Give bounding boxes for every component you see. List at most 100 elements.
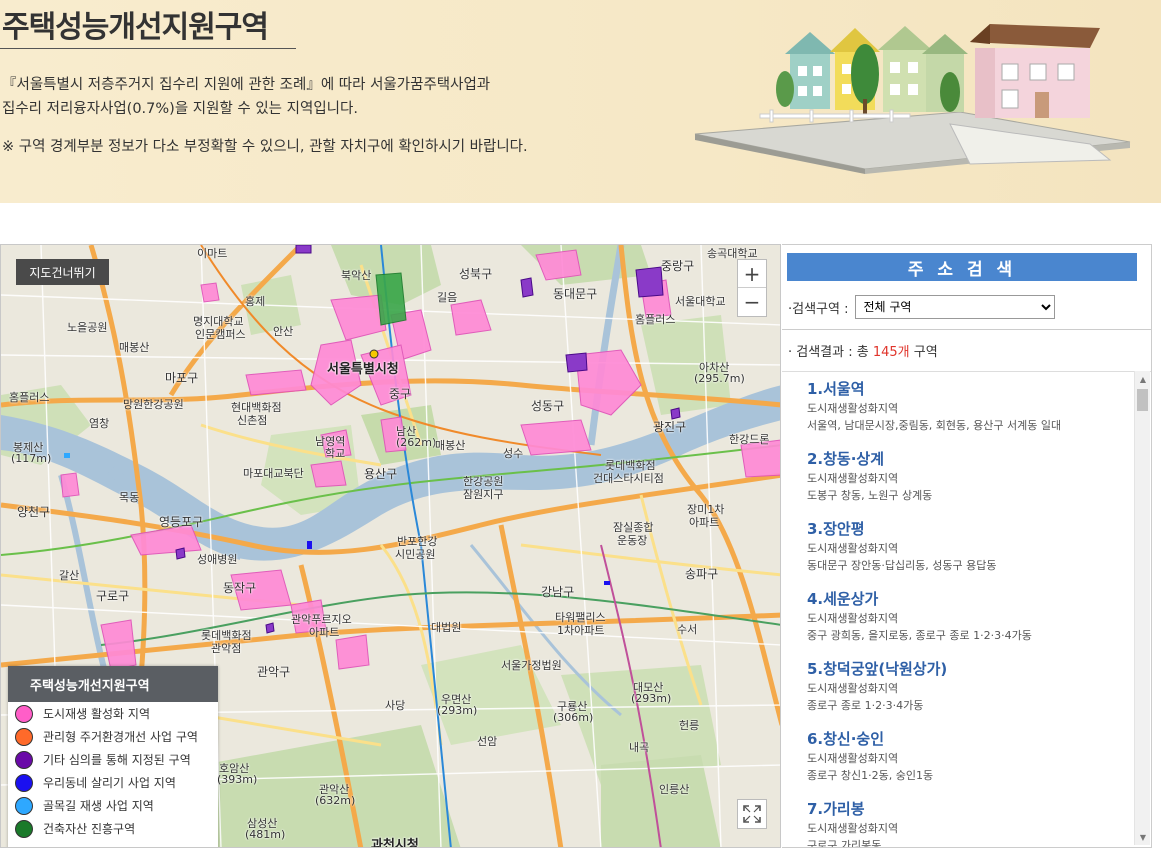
map-label-banpo-park2: 시민공원 — [395, 548, 436, 561]
map-label-songpa-gu: 송파구 — [685, 567, 719, 581]
legend-item-label: 관리형 주거환경개선 사업 구역 — [43, 730, 198, 744]
legend-item: 관리형 주거환경개선 사업 구역 — [8, 725, 218, 748]
map-label-yeomchang: 염창 — [89, 417, 110, 430]
map-label-gaesan: 갈산 — [59, 569, 80, 582]
search-panel: 주 소 검 색 ·검색구역 : 전체 구역 · 검색결과 : 총 145개 구역… — [782, 244, 1152, 848]
legend-item-label: 기타 심의를 통해 지정된 구역 — [43, 753, 191, 767]
scroll-thumb[interactable] — [1137, 389, 1148, 411]
result-item-title[interactable]: 1.서울역 — [807, 378, 1127, 400]
map-label-city-hall: 서울특별시청 — [327, 362, 399, 377]
panel-divider — [782, 329, 1151, 330]
map-label-nowon: 노을공원 — [67, 321, 108, 334]
map-label-inneungsan: 인릉산 — [659, 783, 690, 796]
map-label-namsan-alt: (262m) — [396, 436, 437, 449]
result-item-area: 구로구 가리봉동 — [807, 839, 882, 848]
result-item-title[interactable]: 5.창덕궁앞(낙원상가) — [807, 658, 1127, 680]
legend-item: 건축자산 진흥구역 — [8, 817, 218, 840]
map-label-myeongji2: 인문캠퍼스 — [195, 328, 246, 341]
zoom-out-button[interactable]: − — [738, 288, 766, 316]
map-label-yongsan-gu: 용산구 — [364, 467, 398, 481]
page-root: 주택성능개선지원구역 『서울특별시 저층주거지 집수리 지원에 관한 조례』에 … — [0, 0, 1161, 858]
result-item-title[interactable]: 7.가리봉 — [807, 798, 1127, 820]
map-label-gangnam-gu: 강남구 — [541, 585, 575, 599]
map-label-home-plus: 홈플러스 — [635, 313, 676, 326]
result-item[interactable]: 3.장안평도시재생활성화지역동대문구 장안동·답십리동, 성동구 용답동 — [807, 518, 1127, 574]
result-item-type: 도시재생활성화지역 — [807, 822, 899, 835]
map-label-jungnang-gu: 중랑구 — [661, 259, 695, 273]
map-label-sungsu: 성수 — [503, 447, 524, 460]
result-list[interactable]: 1.서울역 도시재생활성화지역 서울역, 남대문시장,중림동, 회현동, 용산구 서… — [782, 371, 1151, 848]
map-label-samseongsan-alt: (481m) — [245, 828, 286, 841]
legend-item-label: 건축자산 진흥구역 — [43, 822, 136, 836]
legend-item-label: 도시재생 활성화 지역 — [43, 707, 150, 721]
map-label-dongjak-gu: 동작구 — [223, 581, 257, 595]
scroll-down-icon[interactable]: ▼ — [1135, 829, 1151, 845]
map-label-imart: 이마트 — [197, 247, 228, 260]
scroll-up-icon[interactable]: ▲ — [1135, 371, 1151, 387]
result-item-type: 도시재생활성화지역 — [807, 682, 899, 695]
search-area-select[interactable]: 전체 구역 — [854, 295, 1055, 319]
map-label-gwanak-gu: 관악구 — [257, 665, 291, 679]
map-label-guro-gu: 구로구 — [96, 589, 130, 603]
map-label-seongbuk-gu: 성북구 — [459, 267, 493, 281]
map-legend: 주택성능개선지원구역 도시재생 활성화 지역관리형 주거환경개선 사업 구역기타… — [8, 666, 218, 847]
result-item-title[interactable]: 6.창신·숭인 — [807, 728, 1127, 750]
result-item-type: 도시재생활성화지역 — [807, 752, 899, 765]
map-label-tower-palace2: 1차아파트 — [557, 624, 605, 637]
map-label-gwanaksan-alt: (632m) — [315, 794, 356, 807]
legend-color-swatch — [15, 796, 33, 815]
legend-color-swatch — [15, 819, 33, 838]
map-label-seoul-court: 서울가정법원 — [501, 659, 562, 672]
map-label-sadang: 사당 — [385, 699, 406, 712]
result-item[interactable]: 7.가리봉도시재생활성화지역구로구 가리봉동 — [807, 798, 1127, 848]
result-item[interactable]: 2.창동·상계도시재생활성화지역도봉구 창동, 노원구 상계동 — [807, 448, 1127, 504]
result-item[interactable]: 5.창덕궁앞(낙원상가) 도시재생활성화지역종로구 종로 1·2·3·4가동 — [807, 658, 1127, 714]
result-item-type: 도시재생활성화지역 — [807, 542, 899, 555]
map-label-seocho: 선암 — [477, 735, 498, 748]
map-label-jung-gu: 중구 — [389, 387, 412, 401]
map-label-maebongsan2: 매봉산 — [435, 439, 466, 452]
map-label-mapo-gu: 마포구 — [165, 371, 199, 385]
result-item[interactable]: 4.세운상가도시재생활성화지역중구 광희동, 을지로동, 종로구 종로 1·2·… — [807, 588, 1127, 644]
map-label-hongje: 홍제 — [245, 295, 266, 308]
map-label-maebongsan: 매봉산 — [119, 341, 150, 354]
title-underline — [0, 48, 296, 49]
map-label-hangang-drone: 한강드론 — [729, 433, 770, 446]
banner-desc-line1: 『서울특별시 저층주거지 집수리 지원에 관한 조례』에 따라 서울가꿈주택사업… — [2, 77, 491, 93]
map-label-umyeonsan-alt: (293m) — [437, 704, 478, 717]
map-label-seongdong-gu: 성동구 — [531, 399, 565, 413]
map-label-achasan-alt: (295.7m) — [694, 372, 745, 385]
map-label-jamsil2: 운동장 — [617, 534, 648, 547]
fullscreen-button[interactable] — [737, 799, 767, 829]
skip-map-button[interactable]: 지도건너뛰기 — [16, 259, 109, 285]
result-item[interactable]: 6.창신·숭인 도시재생활성화지역 종로구 창신1·2동, 숭인1동 — [807, 728, 1127, 784]
map-label-heonreung: 헌릉 — [679, 719, 700, 732]
map-label-daemosan-alt: (293m) — [631, 692, 672, 705]
legend-item-label: 골목길 재생 사업 지역 — [43, 799, 154, 813]
result-item-area: 종로구 종로 1·2·3·4가동 — [807, 699, 924, 712]
houses-illustration — [694, 24, 1131, 174]
map-label-gilbok: 길음 — [437, 291, 458, 304]
result-item-type: 도시재생활성화지역 — [807, 472, 899, 485]
result-suffix: 구역 — [909, 345, 938, 360]
result-scrollbar[interactable]: ▲ ▼ — [1134, 371, 1150, 845]
zoom-in-button[interactable]: + — [738, 260, 766, 288]
search-area-label: ·검색구역 : — [788, 301, 849, 317]
result-count: 145개 — [872, 345, 910, 360]
map-label-homeplus-left: 홈플러스 — [9, 391, 50, 404]
result-item[interactable]: 1.서울역 도시재생활성화지역 서울역, 남대문시장,중림동, 회현동, 용산구 서… — [807, 378, 1127, 434]
result-item-title[interactable]: 3.장안평 — [807, 518, 1127, 540]
map-view[interactable]: 서울특별시청 중구 용산구 성동구 광진구 강남구 마포구 영등포구 양천구 구… — [0, 244, 781, 848]
map-label-bukak: 북악산 — [341, 269, 372, 282]
legend-title: 주택성능개선지원구역 — [8, 666, 218, 702]
result-item-area: 도봉구 창동, 노원구 상계동 — [807, 489, 933, 502]
result-item-area: 중구 광희동, 을지로동, 종로구 종로 1·2·3·4가동 — [807, 629, 1032, 642]
result-item-title[interactable]: 4.세운상가 — [807, 588, 1127, 610]
map-label-hoam-alt: (393m) — [217, 773, 258, 786]
result-item-title[interactable]: 2.창동·상계 — [807, 448, 1127, 470]
map-label-jangmi2: 아파트 — [689, 516, 720, 529]
legend-color-swatch — [15, 750, 33, 769]
legend-color-swatch — [15, 704, 33, 723]
result-item-area: 동대문구 장안동·답십리동, 성동구 용답동 — [807, 559, 997, 572]
result-item-type: 도시재생활성화지역 — [807, 612, 899, 625]
